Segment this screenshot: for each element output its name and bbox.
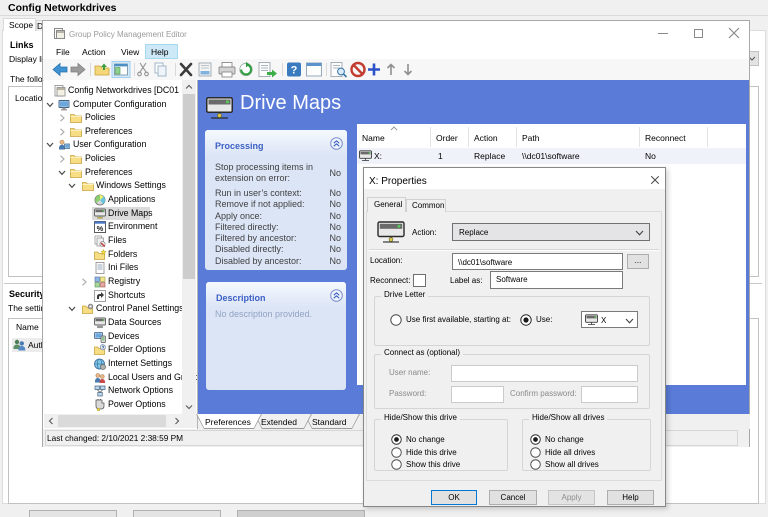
svg-text:%: % — [97, 224, 104, 233]
svg-text:?: ? — [291, 65, 298, 77]
